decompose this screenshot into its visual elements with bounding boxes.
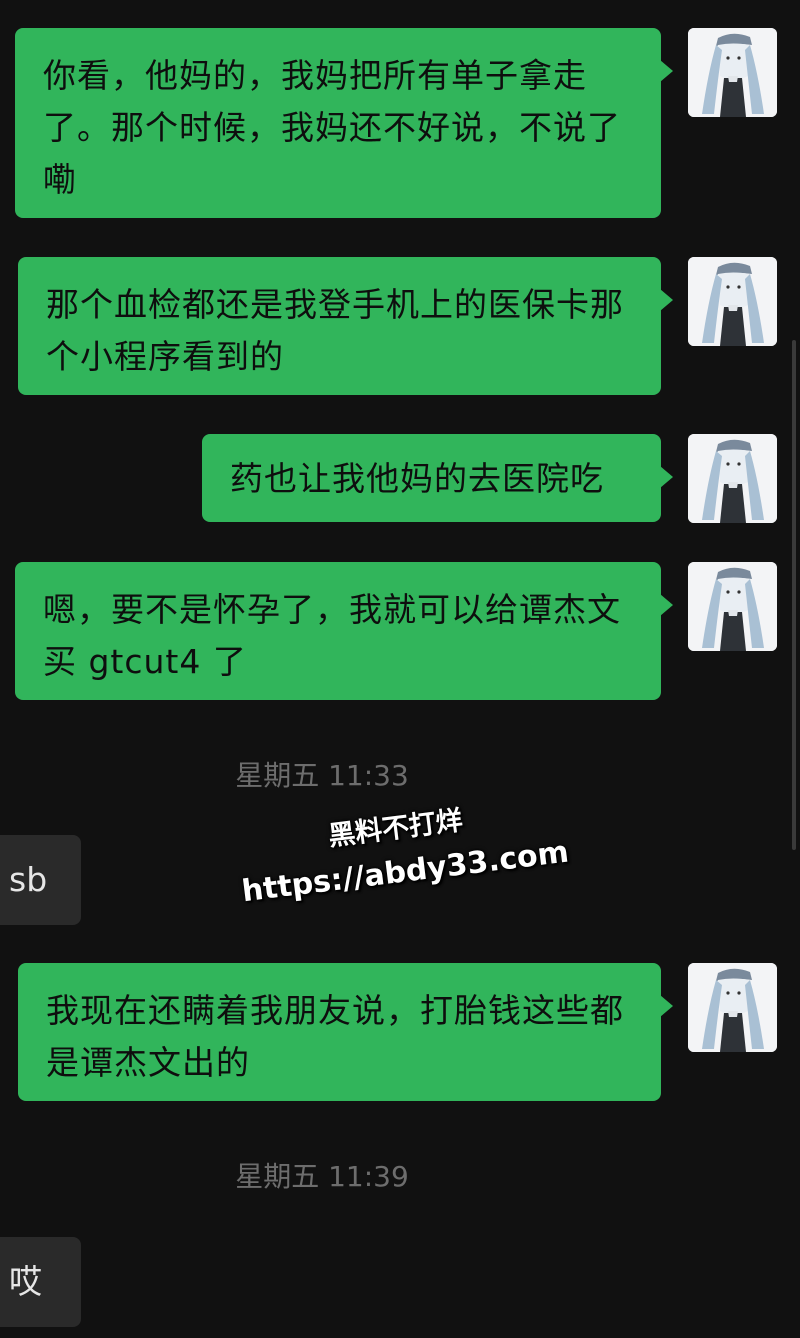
- outgoing-message-bubble[interactable]: 我现在还瞒着我朋友说，打胎钱这些都是谭杰文出的: [18, 963, 673, 1101]
- scrollbar[interactable]: [792, 340, 796, 850]
- incoming-message-bubble[interactable]: 哎: [0, 1237, 81, 1327]
- user-avatar[interactable]: [688, 28, 777, 117]
- message-text: 那个血检都还是我登手机上的医保卡那个小程序看到的: [46, 285, 624, 376]
- incoming-message-bubble[interactable]: sb: [0, 835, 81, 925]
- anime-girl-avatar-icon: [688, 562, 777, 651]
- message-text: 你看，他妈的，我妈把所有单子拿走了。那个时候，我妈还不好说，不说了嘞: [43, 56, 621, 199]
- message-text: 嗯，要不是怀孕了，我就可以给谭杰文买 gtcut4 了: [43, 590, 621, 681]
- message-text: 我现在还瞒着我朋友说，打胎钱这些都是谭杰文出的: [46, 991, 624, 1082]
- message-text: 哎: [9, 1262, 42, 1301]
- anime-girl-avatar-icon: [688, 28, 777, 117]
- message-text: 药也让我他妈的去医院吃: [230, 459, 604, 498]
- message-timestamp: 星期五 11:39: [235, 1160, 409, 1193]
- user-avatar[interactable]: [688, 562, 777, 651]
- user-avatar[interactable]: [688, 963, 777, 1052]
- anime-girl-avatar-icon: [688, 257, 777, 346]
- message-timestamp: 星期五 11:33: [235, 759, 409, 792]
- outgoing-message-bubble[interactable]: 那个血检都还是我登手机上的医保卡那个小程序看到的: [18, 257, 673, 395]
- outgoing-message-bubble[interactable]: 嗯，要不是怀孕了，我就可以给谭杰文买 gtcut4 了: [15, 562, 673, 700]
- message-text: sb: [9, 860, 48, 899]
- watermark: 黑料不打烊 https://abdy33.com: [234, 791, 571, 939]
- anime-girl-avatar-icon: [688, 434, 777, 523]
- anime-girl-avatar-icon: [688, 963, 777, 1052]
- user-avatar[interactable]: [688, 257, 777, 346]
- outgoing-message-bubble[interactable]: 你看，他妈的，我妈把所有单子拿走了。那个时候，我妈还不好说，不说了嘞: [15, 28, 673, 218]
- outgoing-message-bubble[interactable]: 药也让我他妈的去医院吃: [202, 434, 673, 522]
- user-avatar[interactable]: [688, 434, 777, 523]
